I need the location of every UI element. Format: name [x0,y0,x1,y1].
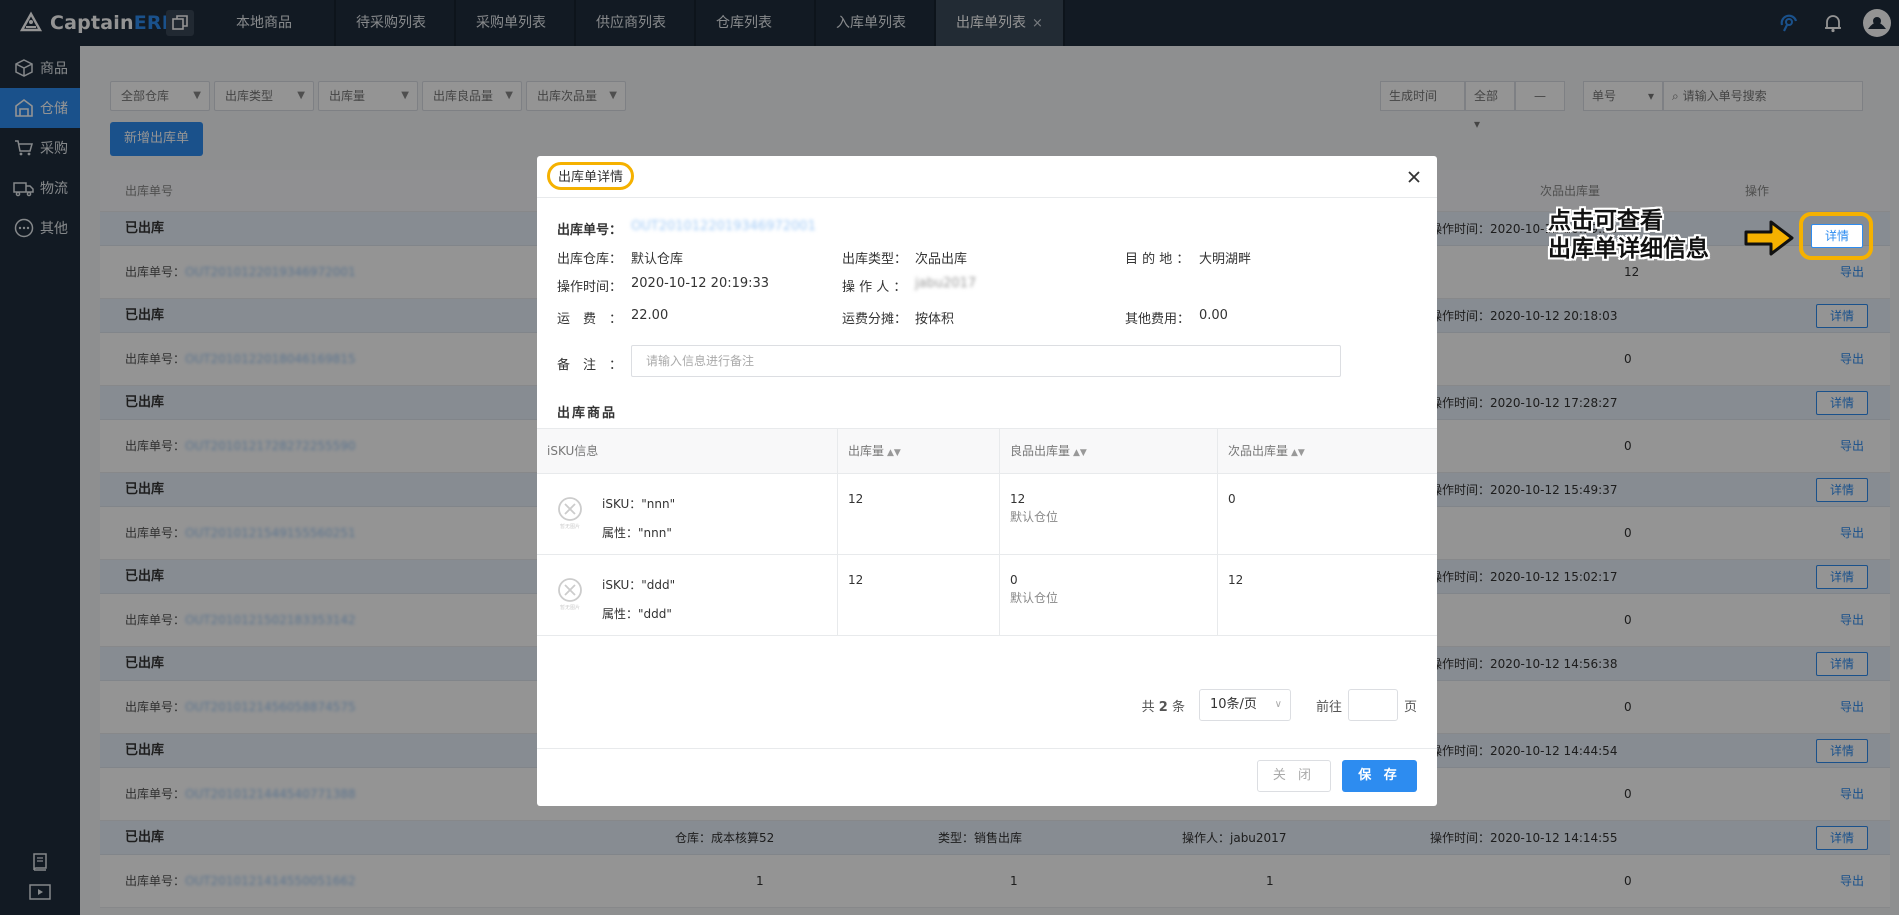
goto-suffix: 页 [1403,699,1417,715]
detail-button[interactable]: 详情 [1811,224,1863,248]
sort-icon: ▲▼ [1073,448,1087,458]
type-label: 出库类型： [842,252,908,267]
table-row: 暂无图片 iSKU："ddd" 属性："ddd" 12 0 默认仓位 12 [537,555,1437,636]
warehouse-label: 出库仓库： [557,252,623,267]
freight-label: 运 费 ： [557,312,623,327]
total-count: 共 2 条 [1141,699,1185,715]
table-row: 暂无图片 iSKU："nnn" 属性："nnn" 12 12 默认仓位 0 [537,474,1437,555]
operator-value: jabu2017 [915,276,977,291]
isku-value: iSKU："nnn" [602,497,676,511]
isku-value: iSKU："ddd" [602,578,676,592]
highlighted-detail-button: 详情 [1799,212,1873,260]
defect-qty-cell: 0 [1228,492,1236,506]
good-qty-cell: 0 默认仓位 [1000,555,1218,635]
good-qty-cell: 12 默认仓位 [1000,474,1218,554]
attr-value: 属性："nnn" [602,526,672,540]
attr-value: 属性："ddd" [602,607,672,621]
isku-cell: 暂无图片 iSKU："nnn" 属性："nnn" [537,474,838,554]
goto-label: 前往 [1315,699,1342,715]
qty-cell: 12 [838,555,1000,635]
modal-title: 出库单详情 [547,162,635,190]
other-fee-value: 0.00 [1199,308,1228,323]
isku-cell: 暂无图片 iSKU："ddd" 属性："ddd" [537,555,838,635]
goto-page-input[interactable] [1347,689,1398,721]
bin-location: 默认仓位 [1010,591,1059,605]
other-fee-label: 其他费用： [1125,312,1191,327]
arrow-right-icon [1744,220,1794,256]
modal-footer: 关 闭 保 存 [537,748,1437,806]
annotation-callout: 点击可查看 出库单详细信息 [1548,208,1709,262]
col-qty[interactable]: 出库量 ▲▼ [838,429,1000,473]
close-icon[interactable] [1403,166,1425,188]
order-no-label: 出库单号： [557,223,623,238]
no-image-icon: 暂无图片 [558,497,582,530]
col-defect-qty[interactable]: 次品出库量 ▲▼ [1218,429,1437,473]
allocation-label: 运费分摊： [842,312,908,327]
type-value: 次品出库 [915,252,968,267]
chevron-down-icon: ∨ [1274,699,1282,710]
close-button[interactable]: 关 闭 [1257,760,1331,792]
destination-value: 大明湖畔 [1199,252,1252,267]
outbound-detail-modal: 出库单详情 出库单号： OUT2010122019346972001 出库仓库：… [537,156,1437,806]
modal-header: 出库单详情 [537,156,1437,198]
col-good-qty[interactable]: 良品出库量 ▲▼ [1000,429,1218,473]
page-size-select[interactable]: 10条/页 ∨ [1198,689,1291,721]
remark-input[interactable]: 请输入信息进行备注 [631,345,1341,377]
svg-text:暂无图片: 暂无图片 [560,604,580,611]
qty-cell: 12 [838,474,1000,554]
col-isku: iSKU信息 [537,429,838,473]
operator-label: 操 作 人 ： [842,280,907,295]
allocation-value: 按体积 [915,312,955,327]
no-image-icon: 暂无图片 [558,578,582,611]
goods-table: iSKU信息 出库量 ▲▼ 良品出库量 ▲▼ 次品出库量 ▲▼ 暂无图片 iSKU："… [537,428,1437,636]
sort-icon: ▲▼ [1291,448,1305,458]
freight-value: 22.00 [631,308,669,323]
svg-text:暂无图片: 暂无图片 [560,523,580,530]
order-no-value[interactable]: OUT2010122019346972001 [631,219,816,234]
warehouse-value: 默认仓库 [631,252,684,267]
pagination: 共 2 条 10条/页 ∨ 前往 页 [1142,689,1417,721]
sort-icon: ▲▼ [887,448,901,458]
op-time-label: 操作时间： [557,280,623,295]
goods-section-title: 出库商品 [557,406,618,421]
save-button[interactable]: 保 存 [1342,760,1417,792]
op-time-value: 2020-10-12 20:19:33 [631,276,770,291]
destination-label: 目 的 地 ： [1125,252,1190,267]
goods-table-header: iSKU信息 出库量 ▲▼ 良品出库量 ▲▼ 次品出库量 ▲▼ [537,429,1437,474]
remark-label: 备 注 ： [557,358,623,373]
bin-location: 默认仓位 [1010,510,1059,524]
defect-qty-cell: 12 [1228,573,1244,587]
